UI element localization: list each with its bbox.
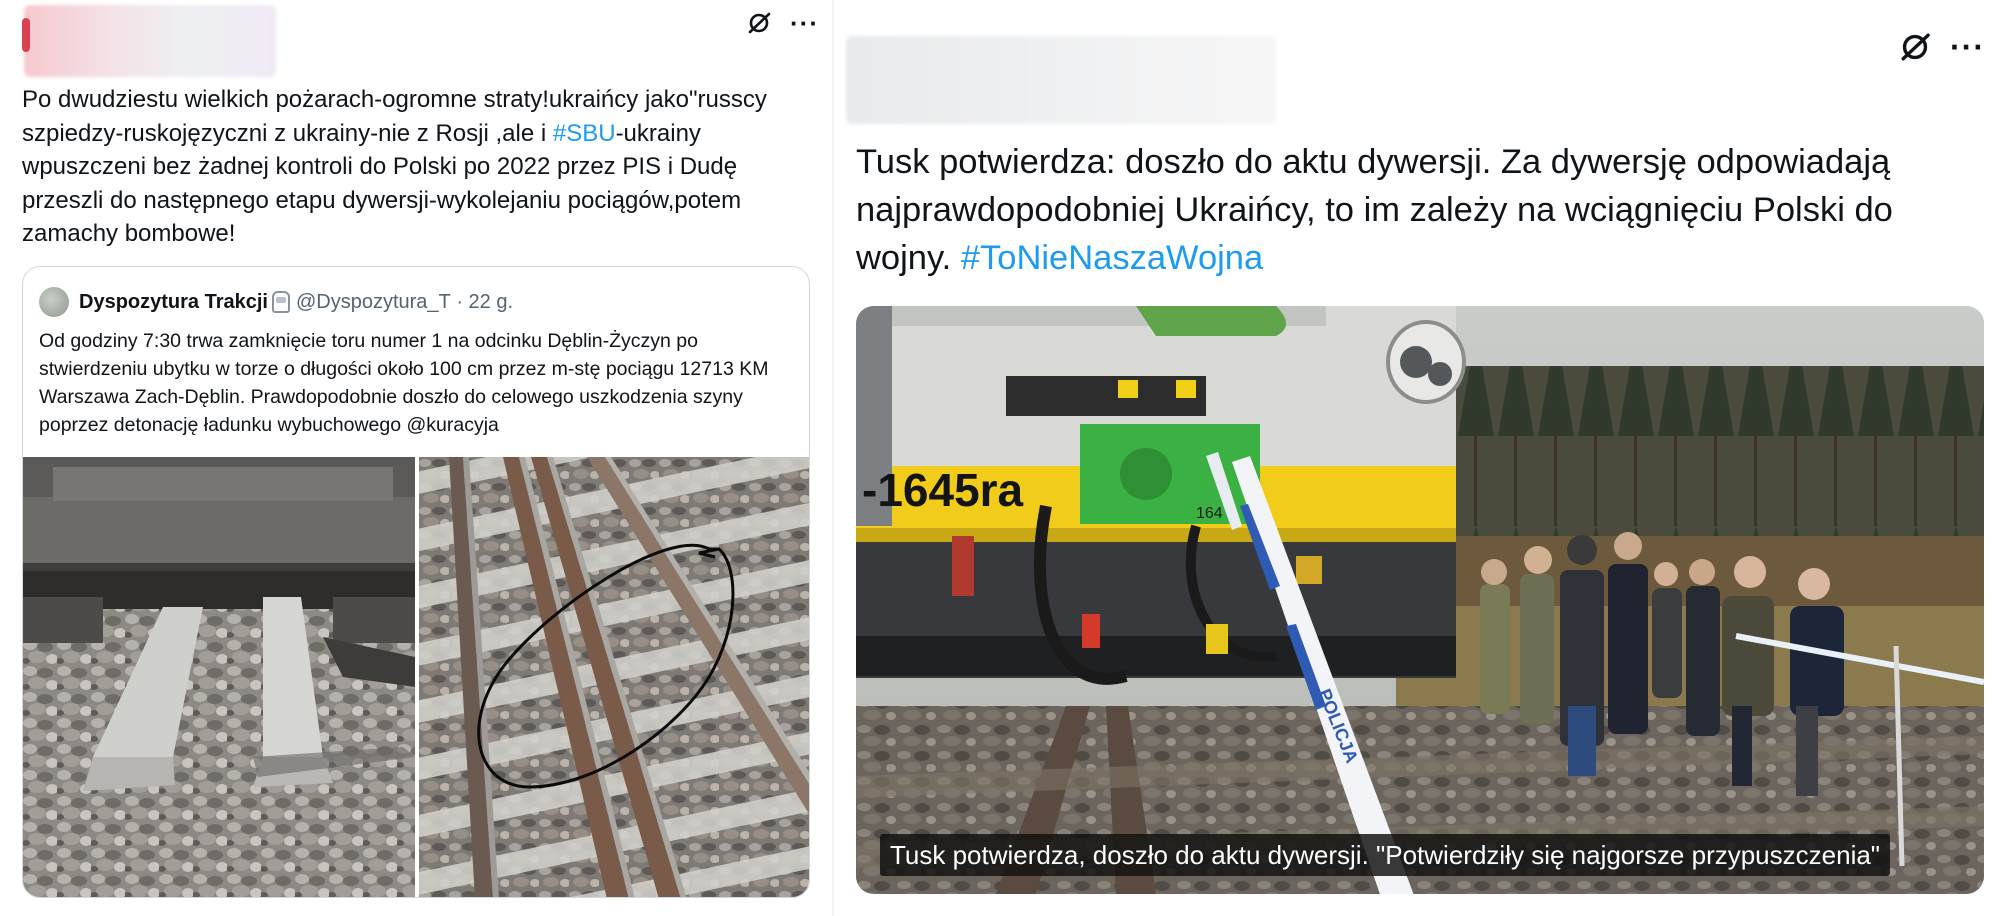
train-incident-photo[interactable]: -1645ra 164 POLICJA Tusk potwierdza, dos… [856, 306, 1984, 894]
train-number-label: -1645ra [862, 464, 1024, 516]
post-text: Tusk potwierdza: doszło do aktu dywersji… [856, 138, 1986, 282]
quoted-post-card[interactable]: Dyspozytura Trakcji @Dyspozytura_T · 22 … [22, 266, 810, 898]
redacted-author-header [846, 36, 1276, 124]
hashtag-link[interactable]: #ToNieNaszaWojna [961, 239, 1263, 277]
more-icon[interactable]: ··· [790, 10, 819, 36]
unit-number-label: 164 [1196, 505, 1223, 522]
avatar[interactable] [39, 287, 69, 317]
separator: · [450, 290, 469, 313]
avatar[interactable] [22, 18, 30, 52]
quoted-post-header: Dyspozytura Trakcji @Dyspozytura_T · 22 … [39, 287, 513, 317]
train-emoji-icon [271, 291, 290, 313]
grok-icon[interactable] [1898, 30, 1932, 64]
damaged-sleepers-photo[interactable] [23, 457, 415, 897]
grok-icon[interactable] [746, 10, 772, 36]
post-actions: ··· [746, 10, 819, 36]
photo-caption: Tusk potwierdza, doszło do aktu dywersji… [880, 834, 1891, 876]
post-actions: ··· [1898, 30, 1985, 64]
redacted-author-header [24, 5, 276, 77]
marked-rail-gap-photo[interactable] [419, 457, 809, 897]
truncated-link-card-title [856, 904, 1256, 916]
right-post: ··· Tusk potwierdza: doszło do aktu dywe… [834, 0, 2000, 916]
post-timestamp[interactable]: 22 g. [469, 291, 513, 314]
quoted-author-name[interactable]: Dyspozytura Trakcji [79, 291, 268, 314]
quoted-author-handle[interactable]: @Dyspozytura_T [296, 291, 451, 314]
more-icon[interactable]: ··· [1950, 31, 1985, 63]
left-post: ··· Po dwudziestu wielkich pożarach-ogro… [0, 0, 832, 916]
quoted-post-text: Od godziny 7:30 trwa zamknięcie toru num… [39, 330, 769, 436]
hashtag-link[interactable]: #SBU [553, 120, 616, 147]
post-text: Po dwudziestu wielkich pożarach-ogromne … [22, 83, 812, 251]
